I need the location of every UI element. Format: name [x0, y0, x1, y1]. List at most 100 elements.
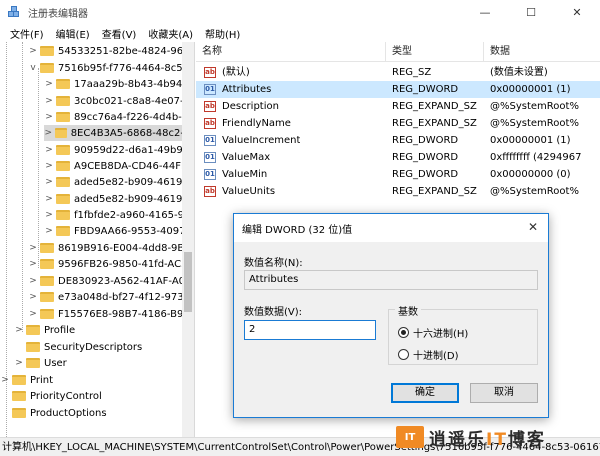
value-row[interactable]: 01 ValueMax REG_DWORD 0xffffffff (429496… [196, 149, 600, 166]
minimize-button[interactable]: — [462, 0, 508, 24]
column-header-name[interactable]: 名称 [196, 42, 386, 62]
folder-icon [56, 226, 70, 236]
tree-item[interactable]: > 89cc76a4-f226-4d4b-a [44, 109, 188, 125]
dialog-title-bar: 编辑 DWORD (32 位)值 ✕ [234, 214, 548, 242]
expand-arrow-icon[interactable]: > [14, 357, 24, 369]
dialog-close-icon[interactable]: ✕ [528, 220, 538, 234]
folder-icon [56, 194, 70, 204]
site-watermark: IT 逍遥乐IT博客 [396, 421, 546, 453]
expand-arrow-icon[interactable]: > [44, 225, 54, 237]
expand-arrow-icon[interactable]: > [44, 127, 53, 139]
dec-radio-option[interactable]: 十进制(D) [398, 347, 459, 362]
collapse-arrow-icon[interactable]: v [28, 62, 38, 74]
registry-tree[interactable]: > 54533251-82be-4824-96c v 7516b95f-f776… [0, 42, 195, 437]
column-header-type[interactable]: 类型 [386, 42, 484, 62]
expand-arrow-icon[interactable]: > [44, 193, 54, 205]
tree-item[interactable]: > 90959d22-d6a1-49b9 [44, 142, 183, 158]
folder-icon [40, 46, 54, 56]
folder-icon [26, 358, 40, 368]
folder-icon [40, 292, 54, 302]
expand-arrow-icon[interactable]: > [28, 258, 38, 270]
value-row[interactable]: ab (默认) REG_SZ (数值未设置) [196, 64, 600, 81]
menu-help[interactable]: 帮助(H) [199, 26, 246, 41]
tree-item[interactable]: > aded5e82-b909-4619 [44, 174, 182, 190]
value-row[interactable]: 01 ValueIncrement REG_DWORD 0x00000001 (… [196, 132, 600, 149]
tree-item[interactable]: > f1fbfde2-a960-4165-9 [44, 207, 184, 223]
value-data-input[interactable]: 2 [244, 320, 376, 340]
value-row[interactable]: ab FriendlyName REG_EXPAND_SZ @%SystemRo… [196, 115, 600, 132]
tree-item-label: e73a048d-bf27-4f12-973 [58, 291, 184, 303]
edit-dword-dialog: 编辑 DWORD (32 位)值 ✕ 数值名称(N): Attributes 数… [233, 213, 549, 418]
menu-view[interactable]: 查看(V) [96, 26, 143, 41]
value-type: REG_DWORD [392, 84, 459, 95]
value-data: 0xffffffff (4294967 [490, 152, 582, 163]
hex-radio-option[interactable]: 十六进制(H) [398, 325, 468, 340]
tree-scrollbar-thumb[interactable] [184, 252, 192, 312]
tree-item[interactable]: > A9CEB8DA-CD46-44FE [44, 158, 187, 174]
tree-item[interactable]: > 17aaa29b-8b43-4b94 [44, 76, 182, 92]
tree-item[interactable]: > 9596FB26-9850-41fd-AC3 [28, 256, 187, 272]
regedit-icon [8, 6, 20, 18]
tree-item-label: FBD9AA66-9553-4097 [74, 225, 186, 237]
tree-item[interactable]: PriorityControl [0, 388, 102, 404]
tree-item[interactable]: > 3c0bc021-c8a8-4e07-a [44, 93, 189, 109]
value-data: @%SystemRoot% [490, 186, 579, 197]
menu-file[interactable]: 文件(F) [4, 26, 50, 41]
value-type: REG_EXPAND_SZ [392, 101, 477, 112]
expand-arrow-icon[interactable]: > [28, 291, 38, 303]
value-row[interactable]: ab Description REG_EXPAND_SZ @%SystemRoo… [196, 98, 600, 115]
tree-item[interactable]: SecurityDescriptors [14, 339, 142, 355]
menu-favorites[interactable]: 收藏夹(A) [142, 26, 199, 41]
tree-item[interactable]: > 54533251-82be-4824-96c [28, 43, 188, 59]
tree-item[interactable]: > User [14, 355, 67, 371]
tree-scrollbar[interactable] [182, 42, 194, 437]
list-header: 名称 类型 数据 [196, 42, 600, 62]
dec-radio[interactable] [398, 349, 409, 360]
maximize-button[interactable]: ☐ [508, 0, 554, 24]
tree-item-label: 89cc76a4-f226-4d4b-a [74, 111, 188, 123]
column-header-data[interactable]: 数据 [484, 42, 600, 62]
tree-item[interactable]: > F15576E8-98B7-4186-B94 [28, 306, 190, 322]
value-name: ValueIncrement [222, 135, 301, 146]
expand-arrow-icon[interactable]: > [44, 111, 54, 123]
value-name: (默认) [222, 67, 250, 78]
value-name: ValueMin [222, 169, 268, 180]
tree-item[interactable]: > aded5e82-b909-4619 [44, 191, 182, 207]
expand-arrow-icon[interactable]: > [14, 324, 24, 336]
expand-arrow-icon[interactable]: > [28, 242, 38, 254]
value-data: 0x00000001 (1) [490, 135, 571, 146]
value-row[interactable]: ab ValueUnits REG_EXPAND_SZ @%SystemRoot… [196, 183, 600, 200]
cancel-button[interactable]: 取消 [470, 383, 538, 403]
tree-item-label: F15576E8-98B7-4186-B94 [58, 308, 190, 320]
expand-arrow-icon[interactable]: > [44, 209, 54, 221]
hex-radio[interactable] [398, 327, 409, 338]
expand-arrow-icon[interactable]: > [44, 160, 54, 172]
folder-icon [54, 128, 67, 138]
expand-arrow-icon[interactable]: > [0, 374, 10, 386]
value-name: ValueUnits [222, 186, 276, 197]
menu-edit[interactable]: 编辑(E) [50, 26, 96, 41]
expand-arrow-icon[interactable]: > [44, 95, 54, 107]
ok-button[interactable]: 确定 [391, 383, 459, 403]
expand-arrow-icon[interactable]: > [44, 144, 54, 156]
title-bar: 注册表编辑器 — ☐ ✕ [0, 0, 600, 24]
close-button[interactable]: ✕ [554, 0, 600, 24]
expand-arrow-icon[interactable]: > [28, 308, 38, 320]
expand-arrow-icon[interactable]: > [28, 45, 38, 57]
expand-arrow-icon[interactable]: > [44, 78, 54, 90]
tree-item[interactable]: v 7516b95f-f776-4464-8c5 [28, 60, 182, 76]
tree-item[interactable]: > FBD9AA66-9553-4097 [44, 223, 185, 239]
value-row[interactable]: 01 ValueMin REG_DWORD 0x00000000 (0) [196, 166, 600, 183]
expand-arrow-icon[interactable]: > [44, 176, 54, 188]
tree-item[interactable]: > Profile [14, 322, 75, 338]
tree-item[interactable]: > DE830923-A562-41AF-A0 [28, 273, 185, 289]
tree-item-label: PriorityControl [30, 390, 102, 402]
tree-item[interactable]: > 8619B916-E004-4dd8-9B [28, 240, 184, 256]
expand-arrow-icon[interactable]: > [28, 275, 38, 287]
tree-item[interactable]: > e73a048d-bf27-4f12-973 [28, 289, 184, 305]
tree-item[interactable]: ProductOptions [0, 405, 107, 421]
tree-item[interactable]: > Print [0, 372, 53, 388]
tree-item-label: aded5e82-b909-4619 [74, 193, 183, 205]
value-row-selected[interactable]: 01 Attributes REG_DWORD 0x00000001 (1) [196, 81, 600, 98]
tree-item-selected[interactable]: > 8EC4B3A5-6868-48c2- [44, 125, 184, 141]
